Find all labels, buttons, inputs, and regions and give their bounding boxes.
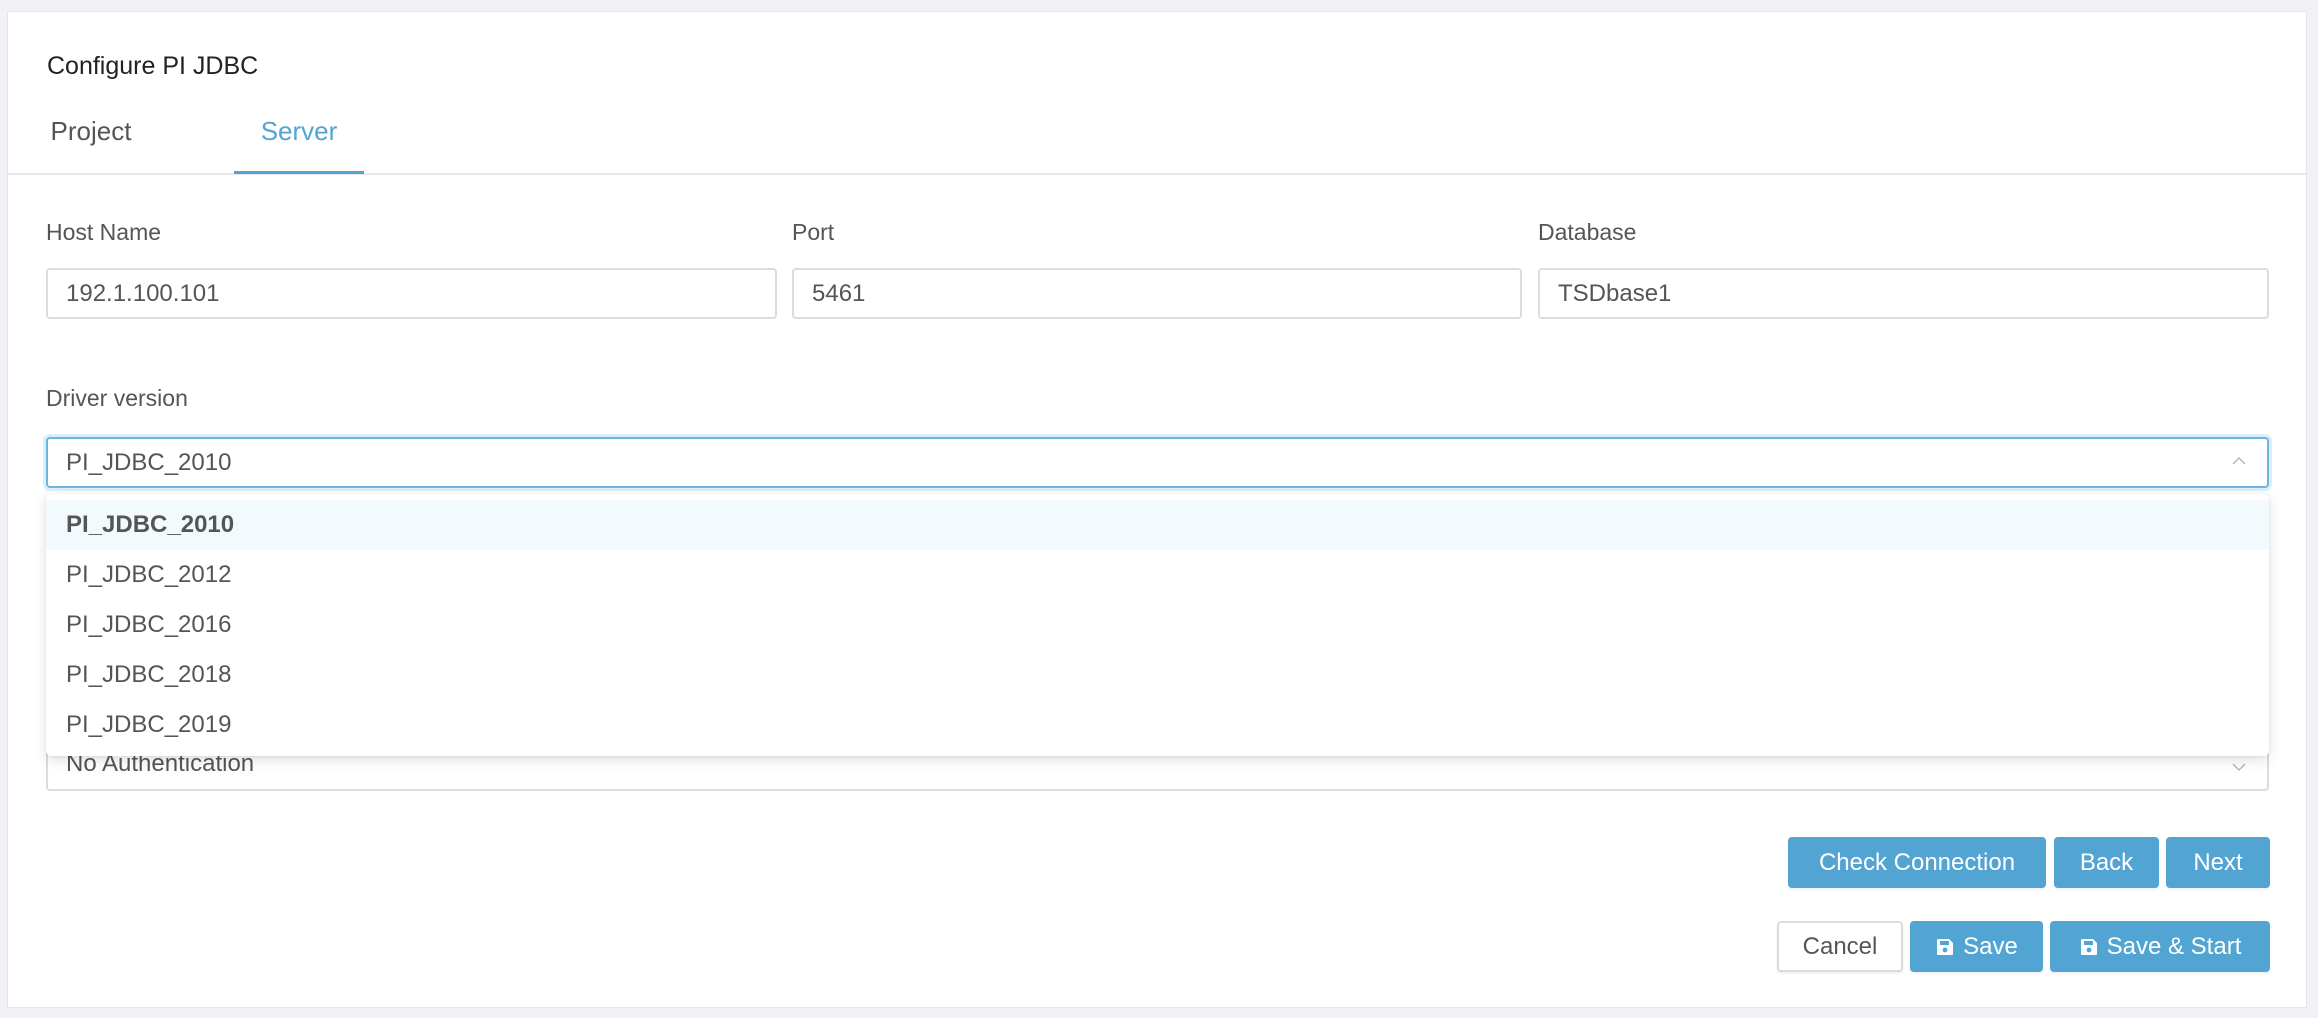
- cancel-button[interactable]: Cancel: [1777, 921, 1903, 972]
- tab-bar: Project Server: [8, 107, 2306, 175]
- driver-version-dropdown: PI_JDBC_2010 PI_JDBC_2012 PI_JDBC_2016 P…: [46, 494, 2269, 756]
- host-name-label: Host Name: [46, 219, 162, 245]
- driver-option[interactable]: PI_JDBC_2012: [46, 550, 2269, 600]
- tab-server[interactable]: Server: [234, 107, 364, 174]
- save-and-start-button[interactable]: Save & Start: [2050, 921, 2270, 972]
- database-input[interactable]: [1538, 268, 2269, 319]
- save-button[interactable]: Save: [1910, 921, 2043, 972]
- tab-project[interactable]: Project: [48, 107, 134, 173]
- driver-option[interactable]: PI_JDBC_2019: [46, 700, 2269, 750]
- driver-version-select[interactable]: PI_JDBC_2010: [46, 437, 2269, 488]
- port-label: Port: [792, 219, 835, 245]
- driver-option[interactable]: PI_JDBC_2016: [46, 600, 2269, 650]
- host-name-input[interactable]: [46, 268, 777, 319]
- chevron-down-icon: [2232, 763, 2246, 772]
- next-button[interactable]: Next: [2166, 837, 2270, 888]
- driver-version-label: Driver version: [46, 385, 188, 411]
- port-input[interactable]: [792, 268, 1522, 319]
- database-label: Database: [1538, 219, 1637, 245]
- page-title: Configure PI JDBC: [47, 52, 259, 80]
- check-connection-button[interactable]: Check Connection: [1788, 837, 2046, 888]
- driver-option[interactable]: PI_JDBC_2018: [46, 650, 2269, 700]
- chevron-up-icon: [2232, 456, 2246, 465]
- save-button-label: Save: [1963, 933, 2018, 960]
- driver-version-value: PI_JDBC_2010: [66, 449, 232, 476]
- save-and-start-button-label: Save & Start: [2106, 933, 2242, 960]
- floppy-disk-icon: [2080, 939, 2097, 955]
- back-button[interactable]: Back: [2054, 837, 2159, 888]
- floppy-disk-icon: [1937, 939, 1954, 955]
- driver-option[interactable]: PI_JDBC_2010: [46, 500, 2269, 550]
